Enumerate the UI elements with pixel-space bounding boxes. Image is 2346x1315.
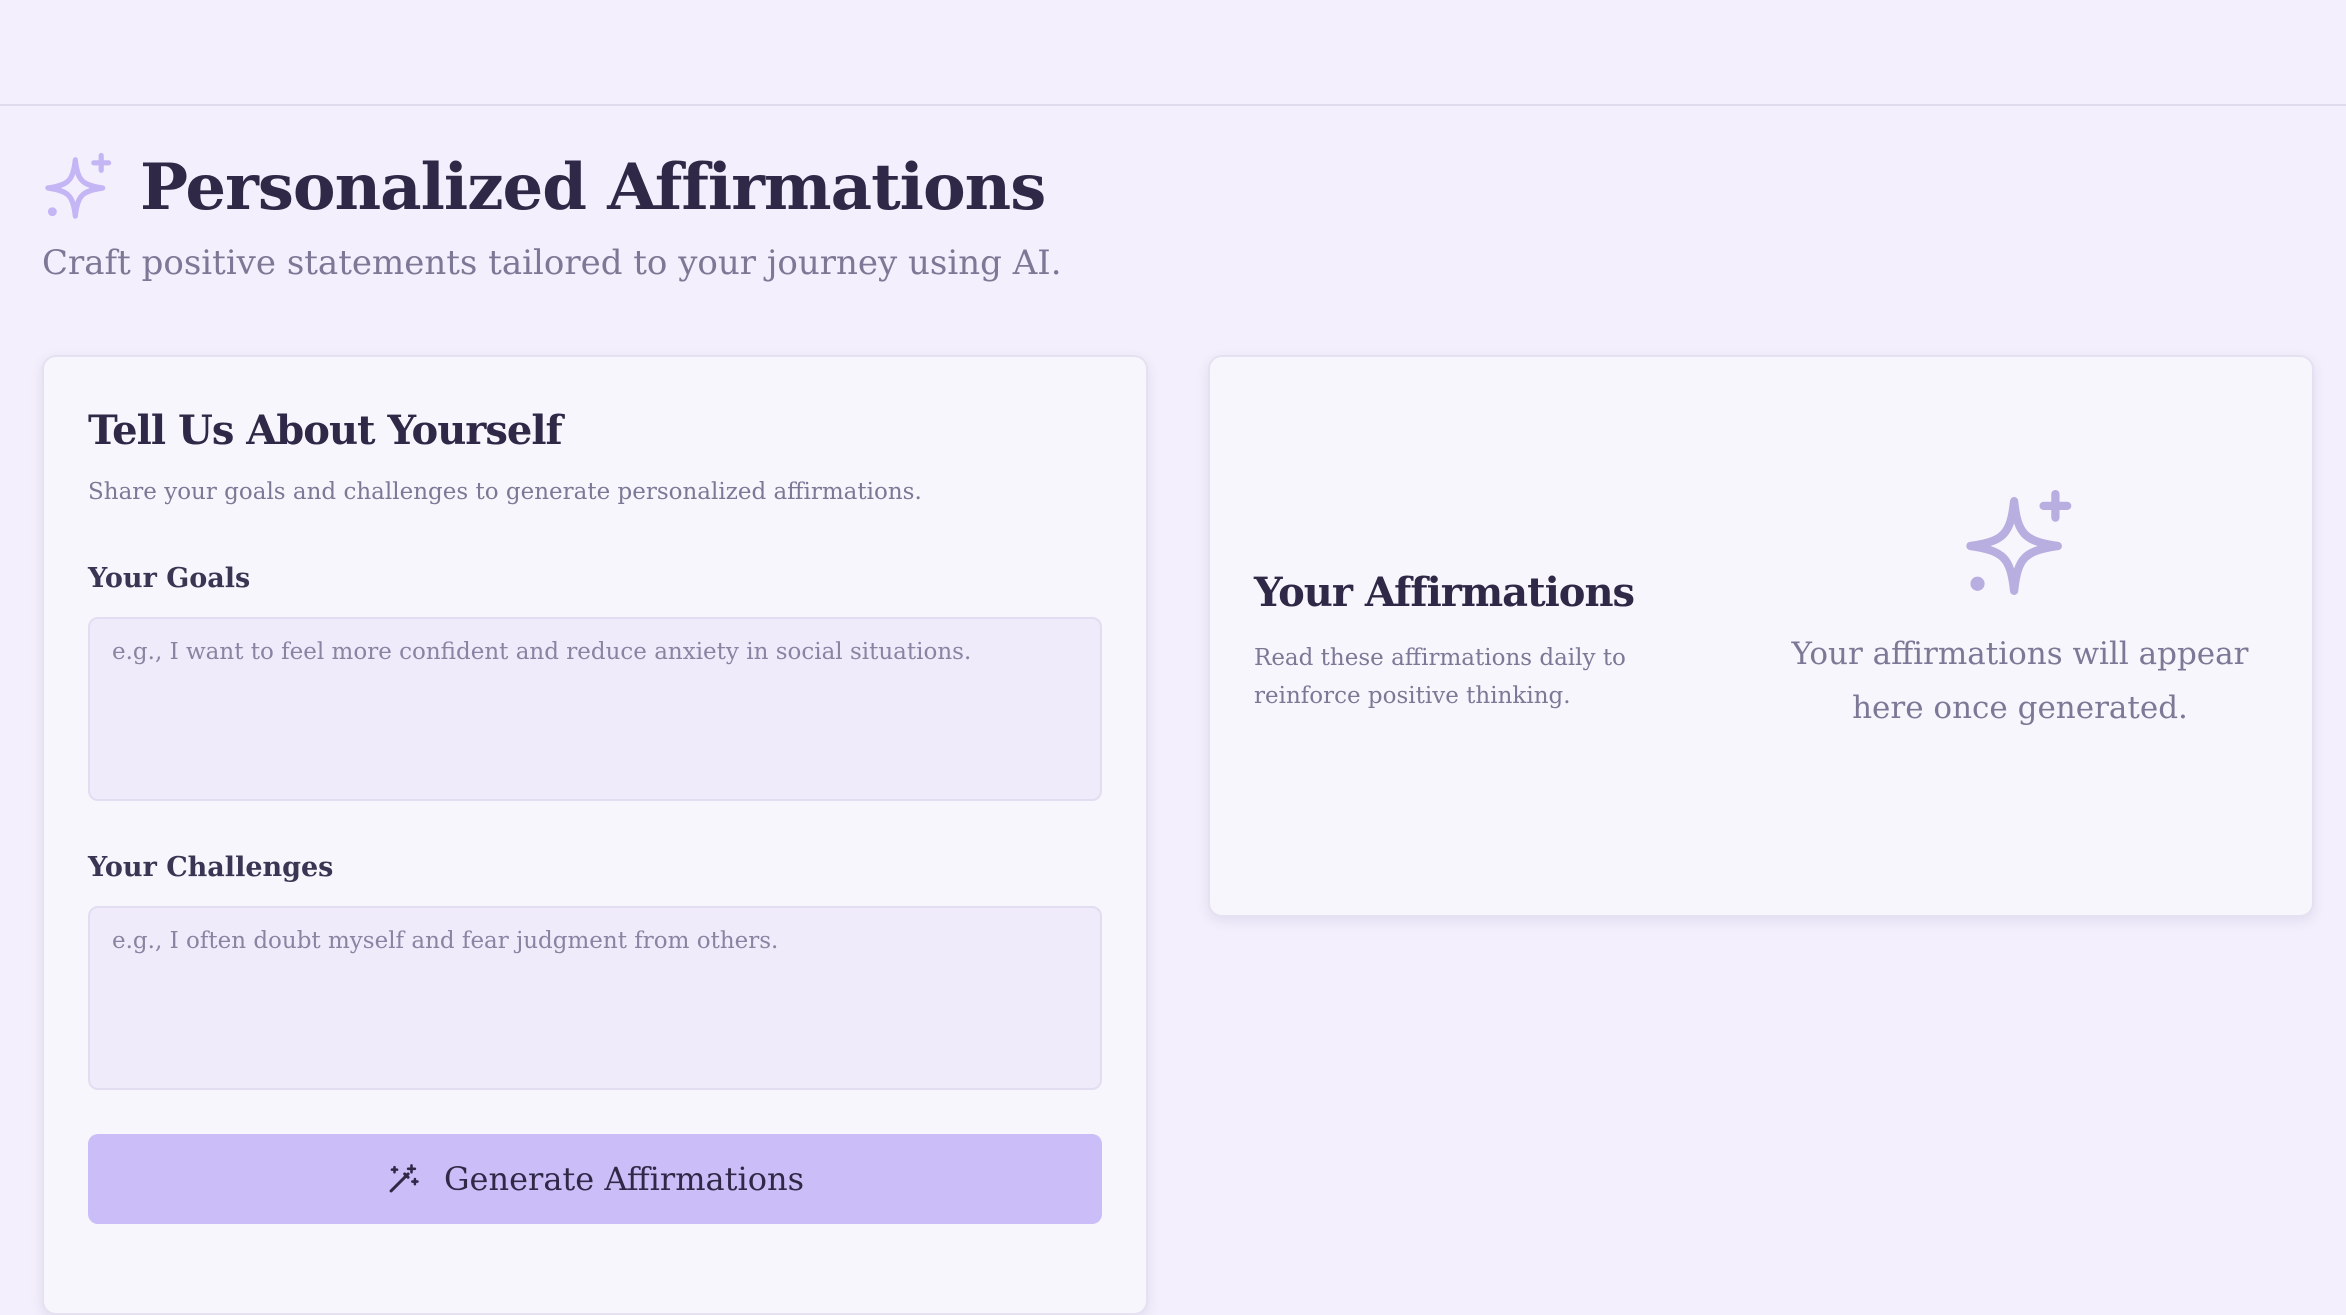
generate-button-label: Generate Affirmations	[443, 1160, 804, 1198]
title-row: Personalized Affirmations	[42, 150, 1062, 225]
goals-label: Your Goals	[88, 563, 251, 594]
page-header: Personalized Affirmations Craft positive…	[42, 150, 1062, 283]
magic-wand-icon	[389, 1164, 419, 1193]
sparkles-icon	[1966, 489, 2072, 595]
form-title: Tell Us About Yourself	[88, 407, 563, 454]
input-card: Tell Us About Yourself Share your goals …	[42, 355, 1148, 1315]
affirmations-empty-state: Your affirmations will appear here once …	[1770, 487, 2270, 735]
affirmations-card: Your Affirmations Read these affirmation…	[1208, 355, 2314, 917]
challenges-input[interactable]	[88, 906, 1102, 1090]
page-subtitle: Craft positive statements tailored to yo…	[42, 243, 1062, 283]
challenges-label: Your Challenges	[88, 852, 334, 883]
affirmations-empty-text: Your affirmations will appear here once …	[1791, 636, 2249, 726]
top-bar	[0, 0, 2346, 106]
goals-input[interactable]	[88, 617, 1102, 801]
affirmations-title: Your Affirmations	[1254, 569, 1635, 616]
sparkles-icon	[45, 152, 112, 219]
form-description: Share your goals and challenges to gener…	[88, 479, 922, 505]
page-title: Personalized Affirmations	[140, 150, 1046, 225]
generate-affirmations-button[interactable]: Generate Affirmations	[88, 1134, 1102, 1224]
affirmations-description: Read these affirmations daily to reinfor…	[1254, 645, 1626, 709]
